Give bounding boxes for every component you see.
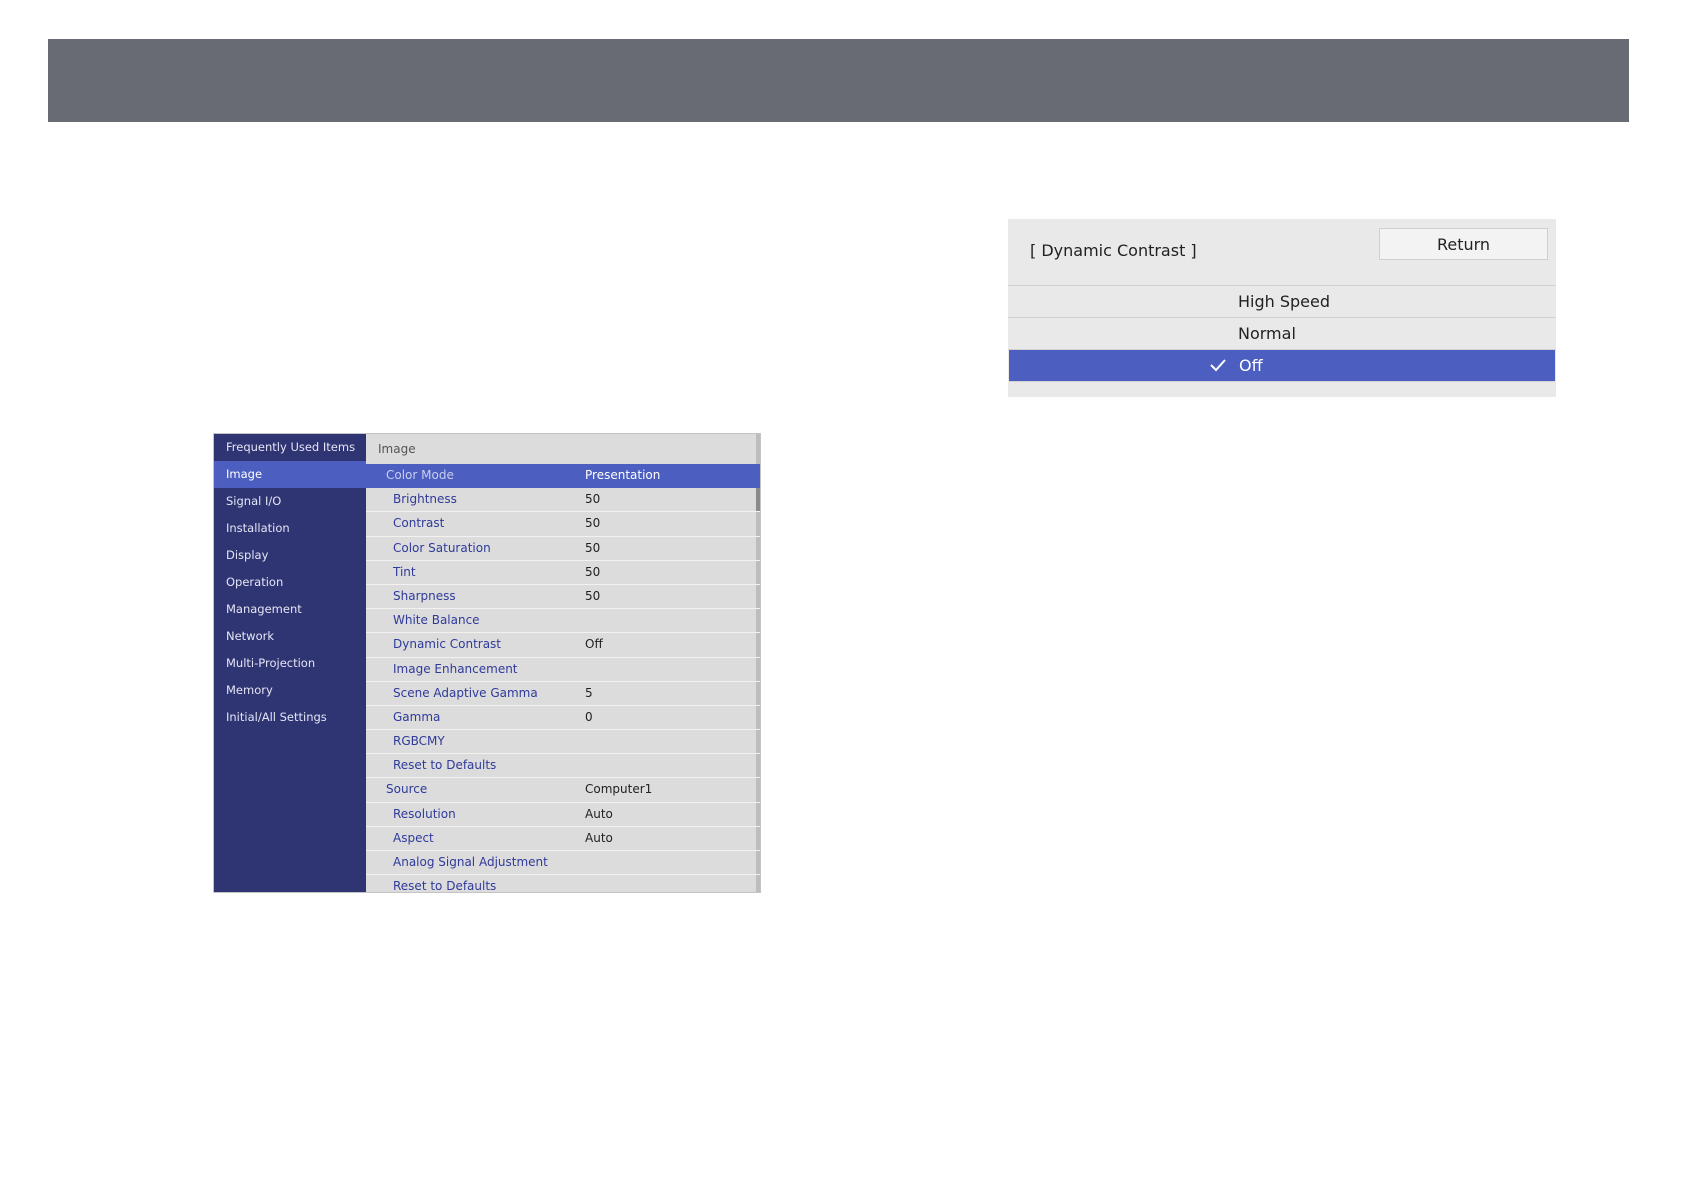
setting-value: 50 <box>585 564 601 579</box>
setting-row-source[interactable]: Source Computer1 <box>366 778 760 803</box>
menu-sidebar: Frequently Used Items Image Signal I/O Inst… <box>214 434 366 892</box>
setting-row-tint[interactable]: Tint 50 <box>366 561 760 585</box>
checkmark-icon <box>1210 359 1226 372</box>
setting-row-white-balance[interactable]: White Balance <box>366 609 760 634</box>
setting-row-image-enhancement[interactable]: Image Enhancement <box>366 658 760 682</box>
setting-label: RGBCMY <box>393 734 445 749</box>
setting-value: Computer1 <box>585 782 653 797</box>
option-normal[interactable]: Normal <box>1008 318 1556 350</box>
setting-value: 0 <box>585 709 593 724</box>
setting-value: 50 <box>585 516 601 531</box>
option-off[interactable]: Off <box>1009 350 1555 382</box>
setting-value: Auto <box>585 830 613 845</box>
setting-label: Color Saturation <box>393 540 491 555</box>
setting-label: Aspect <box>393 830 434 845</box>
sidebar-item-display[interactable]: Display <box>214 542 366 569</box>
setting-label: Brightness <box>393 492 457 507</box>
setting-row-contrast[interactable]: Contrast 50 <box>366 512 760 537</box>
setting-value: 50 <box>585 492 601 507</box>
option-label: Off <box>1239 356 1263 375</box>
option-label: High Speed <box>1238 292 1331 311</box>
setting-label: Tint <box>393 564 416 579</box>
sidebar-item-image[interactable]: Image <box>214 461 366 488</box>
settings-list: Color Mode Presentation Brightness 50 Contra… <box>366 464 760 893</box>
setting-value: 50 <box>585 588 601 603</box>
sidebar-item-frequently-used-items[interactable]: Frequently Used Items <box>214 434 366 461</box>
menu-section-title: Image <box>378 442 416 456</box>
sidebar-item-memory[interactable]: Memory <box>214 677 366 704</box>
sidebar-item-network[interactable]: Network <box>214 623 366 650</box>
setting-row-gamma[interactable]: Gamma 0 <box>366 706 760 731</box>
setting-label: Source <box>386 782 428 797</box>
setting-label: Contrast <box>393 516 445 531</box>
setting-value: Off <box>585 637 603 652</box>
setting-row-sharpness[interactable]: Sharpness 50 <box>366 585 760 610</box>
setting-label: Dynamic Contrast <box>393 637 502 652</box>
menu-main-panel: Image Color Mode Presentation Brightness 50… <box>366 434 760 892</box>
setting-row-analog-signal-adjustment[interactable]: Analog Signal Adjustment <box>366 851 760 876</box>
dynamic-contrast-header: [ Dynamic Contrast ] Return <box>1008 219 1556 286</box>
setting-label: Color Mode <box>386 468 454 482</box>
return-button[interactable]: Return <box>1379 228 1548 260</box>
setting-label: Gamma <box>393 709 441 724</box>
setting-row-rgbcmy[interactable]: RGBCMY <box>366 730 760 755</box>
dynamic-contrast-panel: [ Dynamic Contrast ] Return High Speed No… <box>1008 219 1556 397</box>
page-header-bar <box>48 39 1629 122</box>
setting-label: Reset to Defaults <box>393 758 497 773</box>
sidebar-item-multi-projection[interactable]: Multi-Projection <box>214 650 366 677</box>
setting-row-resolution[interactable]: Resolution Auto <box>366 803 760 827</box>
sidebar-item-installation[interactable]: Installation <box>214 515 366 542</box>
panel-title: [ Dynamic Contrast ] <box>1030 241 1197 260</box>
setting-label: Resolution <box>393 806 456 821</box>
setting-row-reset-to-defaults[interactable]: Reset to Defaults <box>366 754 760 779</box>
setting-label: Analog Signal Adjustment <box>393 855 548 869</box>
sidebar-item-operation[interactable]: Operation <box>214 569 366 596</box>
setting-row-color-saturation[interactable]: Color Saturation 50 <box>366 537 760 561</box>
option-high-speed[interactable]: High Speed <box>1008 286 1556 318</box>
projector-menu: Frequently Used Items Image Signal I/O Inst… <box>213 433 761 893</box>
setting-row-aspect[interactable]: Aspect Auto <box>366 827 760 851</box>
setting-row-color-mode[interactable]: Color Mode Presentation <box>366 464 760 489</box>
dynamic-contrast-options: High Speed Normal Off <box>1008 286 1556 382</box>
setting-row-reset-to-defaults[interactable]: Reset to Defaults <box>366 875 760 893</box>
setting-row-brightness[interactable]: Brightness 50 <box>366 488 760 513</box>
setting-value: 5 <box>585 685 593 700</box>
setting-row-dynamic-contrast[interactable]: Dynamic Contrast Off <box>366 633 760 658</box>
option-label: Normal <box>1238 324 1296 343</box>
setting-label: Reset to Defaults <box>393 879 497 893</box>
setting-label: Image Enhancement <box>393 661 518 676</box>
sidebar-item-initial-all-settings[interactable]: Initial/All Settings <box>214 704 366 731</box>
setting-value: 50 <box>585 540 601 555</box>
setting-label: Sharpness <box>393 588 456 603</box>
sidebar-item-management[interactable]: Management <box>214 596 366 623</box>
setting-label: Scene Adaptive Gamma <box>393 685 538 700</box>
setting-label: White Balance <box>393 613 480 628</box>
setting-value: Presentation <box>585 468 661 482</box>
setting-value: Auto <box>585 806 613 821</box>
sidebar-item-signal-i-o[interactable]: Signal I/O <box>214 488 366 515</box>
setting-row-scene-adaptive-gamma[interactable]: Scene Adaptive Gamma 5 <box>366 682 760 706</box>
